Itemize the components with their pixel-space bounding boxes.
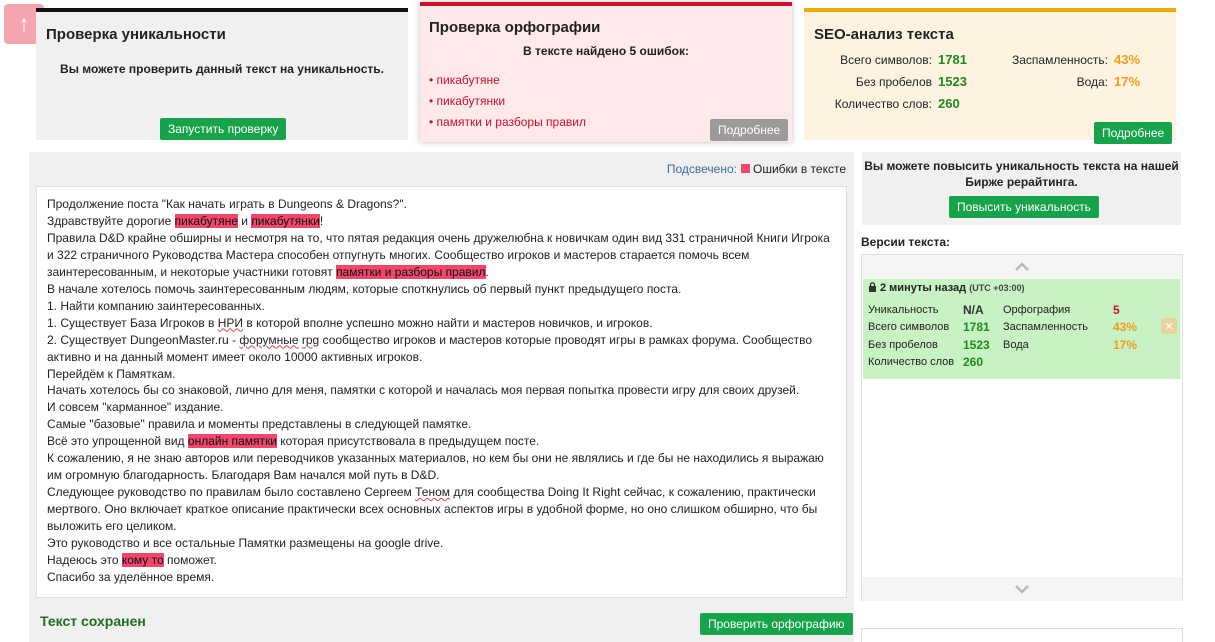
seo-title: SEO-анализ текста [814, 26, 954, 43]
boost-message: Вы можете повысить уникальность текста н… [864, 159, 1179, 189]
misspelled-word[interactable]: Теном [415, 485, 450, 499]
arrow-up-icon: ↑ [18, 11, 30, 36]
text-line: 1. Существует База Игроков в НРИ в котор… [47, 315, 653, 330]
lock-icon [869, 282, 876, 292]
spelling-error-list: пикабутяне пикабутянки памятки и разборы… [429, 70, 586, 133]
text-line: Спасибо за уделённое время. [47, 569, 215, 584]
versions-scroll-up[interactable] [862, 255, 1182, 279]
text-line: И совсем "карманное" издание. [47, 400, 224, 415]
text-line: Правила D&D крайне обширны и несмотря на… [47, 230, 830, 279]
boost-uniqueness-box: Вы можете повысить уникальность текста н… [862, 152, 1181, 225]
spelling-details-button[interactable]: Подробнее [710, 119, 789, 141]
error-highlight[interactable]: памятки и разборы правил [336, 264, 486, 279]
seo-card: SEO-анализ текста Всего символов: 1781 Бе… [804, 8, 1176, 144]
text-line: 2. Существует DungeonMaster.ru - форумны… [47, 332, 813, 364]
uniqueness-card: Проверка уникальности Вы можете проверит… [36, 8, 408, 140]
text-line: Перейдём к Памяткам. [47, 366, 176, 381]
text-line: Это руководство и все остальные Памятки … [47, 536, 444, 551]
version-item[interactable]: 2 минуты назад (UTC +03:00) Уникальность… [863, 279, 1181, 379]
seo-spam: Заспамленность: 43% [1011, 52, 1141, 67]
seo-details-button[interactable]: Подробнее [1094, 122, 1173, 144]
versions-scroll-down[interactable] [862, 577, 1182, 601]
text-line: Здравствуйте дорогие пикабутяне и пикабу… [47, 213, 324, 228]
versions-title: Версии текста: [861, 235, 951, 249]
error-highlight[interactable]: пикабутянки [251, 213, 320, 228]
text-line: К сожалению, я не знаю авторов или перев… [47, 451, 824, 483]
boost-uniqueness-button[interactable]: Повысить уникальность [949, 196, 1099, 218]
delete-version-button[interactable]: ✕ [1161, 318, 1177, 334]
start-check-button[interactable]: Запустить проверку [160, 118, 287, 140]
version-time: 2 минуты назад (UTC +03:00) [868, 282, 1024, 294]
error-highlight[interactable]: кому то [121, 553, 164, 568]
text-line: Начать хотелось бы со знаковой, лично дл… [47, 383, 800, 398]
text-line: Всё это упрощенной вид онлайн памятки ко… [47, 434, 540, 449]
saved-status: Текст сохранен [40, 613, 146, 629]
spelling-error-item[interactable]: пикабутяне [429, 70, 586, 91]
text-line: 1. Найти компанию заинтересованных. [47, 298, 265, 313]
misspelled-word[interactable]: rpg [302, 333, 319, 347]
text-editor[interactable]: Продолжение поста "Как начать играть в D… [36, 186, 847, 598]
version-stats: Уникальность N/A Орфография 5 Всего символо… [868, 302, 1138, 370]
misspelled-word[interactable]: НРИ [218, 316, 243, 330]
uniqueness-message: Вы можете проверить данный текст на уник… [60, 62, 384, 76]
spelling-title: Проверка орфографии [429, 19, 601, 36]
highlight-label: Подсвечено: [666, 162, 737, 176]
seo-no-spaces: Без пробелов 1523 [855, 74, 967, 89]
error-highlight[interactable]: пикабутяне [174, 213, 238, 228]
seo-words: Количество слов: 260 [834, 96, 960, 111]
text-line: Следующее руководство по правилам было с… [47, 485, 818, 534]
text-line: Надеюсь это кому то поможет. [47, 553, 217, 568]
versions-list: 2 минуты назад (UTC +03:00) Уникальность… [861, 254, 1183, 601]
errors-found-text: В тексте найдено 5 ошибок: [523, 44, 689, 58]
chevron-up-icon [1015, 262, 1029, 271]
spelling-error-item[interactable]: пикабутянки [429, 91, 586, 112]
text-panel: Подсвечено: Ошибки в тексте Продолжение п… [29, 152, 854, 642]
seo-water: Вода: 17% [1076, 74, 1141, 89]
spelling-error-item[interactable]: памятки и разборы правил [429, 112, 586, 133]
highlight-legend: Подсвечено: Ошибки в тексте [667, 162, 846, 176]
spelling-card: Проверка орфографии В тексте найдено 5 о… [420, 2, 792, 142]
check-spelling-button[interactable]: Проверить орфографию [700, 613, 853, 635]
bottom-widget [861, 628, 1183, 642]
uniqueness-title: Проверка уникальности [46, 26, 226, 43]
highlight-legend-text: Ошибки в тексте [753, 162, 846, 176]
seo-total-chars: Всего символов: 1781 [840, 52, 967, 67]
error-highlight[interactable]: онлайн памятки [187, 434, 277, 449]
error-swatch-icon [741, 164, 750, 173]
misspelled-word[interactable]: форумные [239, 333, 298, 347]
text-line: Продолжение поста "Как начать играть в D… [47, 197, 407, 211]
text-line: В начале хотелось помочь заинтересованны… [47, 281, 682, 296]
close-icon: ✕ [1164, 320, 1174, 333]
chevron-down-icon [1015, 585, 1029, 594]
text-line: Самые "базовые" правила и моменты предст… [47, 417, 472, 432]
